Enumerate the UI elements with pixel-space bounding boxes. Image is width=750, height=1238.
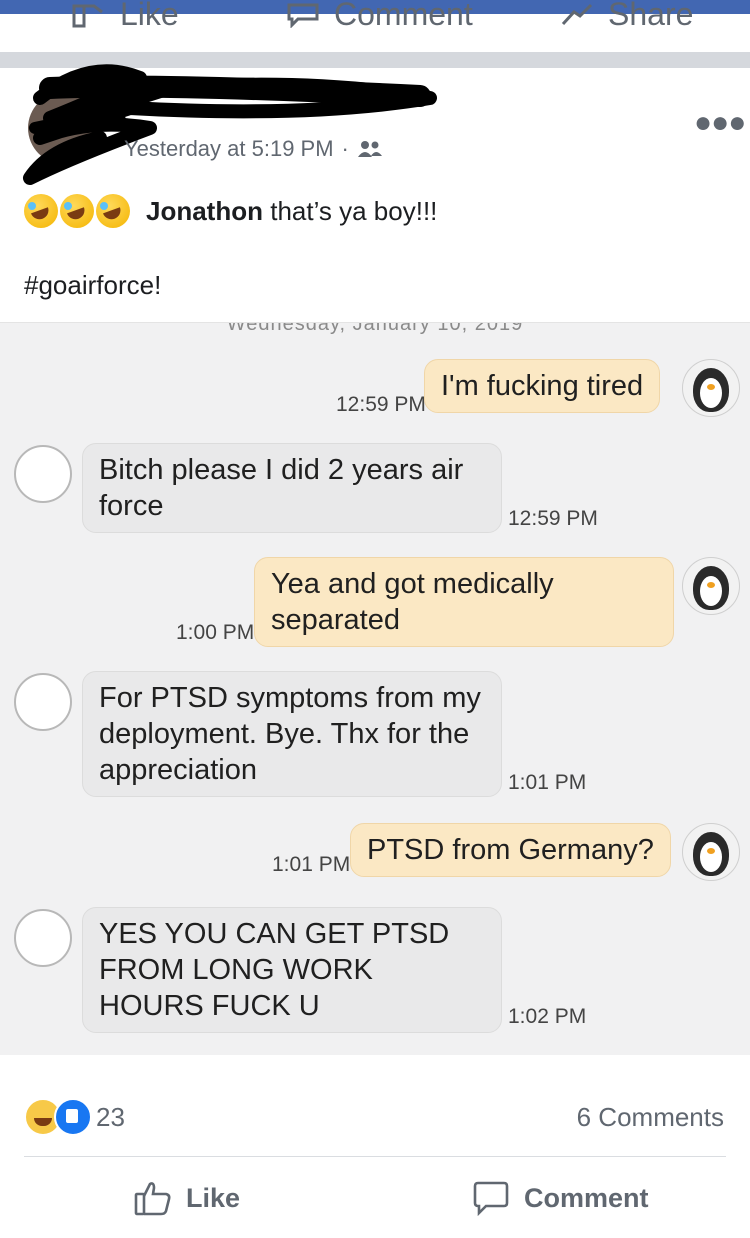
post-timestamp[interactable]: Yesterday at 5:19 PM · (124, 136, 383, 162)
reaction-icons[interactable] (24, 1098, 92, 1136)
timestamp-text: Yesterday at 5:19 PM (124, 136, 334, 161)
comment-button[interactable]: Comment (472, 1180, 649, 1216)
comment-icon (287, 3, 319, 28)
top-share-label: Share (608, 0, 694, 32)
redaction-scribble (23, 64, 437, 185)
message-time: 12:59 PM (508, 507, 598, 530)
thumbs-up-icon (134, 1182, 171, 1216)
tagged-name[interactable]: Jonathon (146, 196, 263, 226)
contact-avatar-icon (14, 909, 72, 967)
chat-bubble-received: For PTSD symptoms from my deployment. By… (82, 671, 502, 797)
top-comment-label: Comment (334, 0, 473, 32)
comment-label: Comment (524, 1182, 649, 1213)
chat-screenshot-image[interactable]: Wednesday, January 10, 2019 12:59 PM I'm… (0, 322, 750, 1055)
post-text: Jonathon that’s ya boy!!! (146, 196, 437, 227)
message-time: 1:02 PM (508, 1005, 587, 1028)
comment-icon (473, 1181, 509, 1216)
top-like-label: Like (120, 0, 179, 32)
rofl-emoji-icon (60, 194, 94, 228)
like-reaction-icon (54, 1098, 92, 1136)
penguin-avatar-icon (682, 823, 740, 881)
message-time: 1:00 PM (176, 621, 255, 644)
share-icon (561, 3, 593, 25)
thumbs-up-icon (72, 4, 103, 27)
penguin-avatar-icon (682, 557, 740, 615)
chat-bubble-sent: I'm fucking tired (424, 359, 661, 413)
chat-bubble-sent: PTSD from Germany? (350, 823, 671, 877)
top-like-button[interactable]: Like (72, 0, 179, 33)
post-hashtag[interactable]: #goairforce! (24, 270, 161, 301)
contact-avatar-icon (14, 445, 72, 503)
like-label: Like (186, 1182, 241, 1213)
message-time: 1:01 PM (272, 853, 351, 876)
post-text-rest: that’s ya boy!!! (263, 196, 438, 226)
reaction-count[interactable]: 23 (96, 1102, 125, 1133)
more-options-icon[interactable]: ●●● (694, 106, 746, 140)
top-share-button[interactable]: Share (560, 0, 693, 33)
friends-audience-icon (357, 141, 382, 157)
footer-divider (24, 1156, 726, 1157)
rofl-emoji-icon (96, 194, 130, 228)
previous-post-action-bar: Like Comment Share (0, 0, 750, 52)
rofl-emoji-icon (24, 194, 58, 228)
comments-count[interactable]: 6 Comments (577, 1102, 724, 1133)
message-time: 12:59 PM (336, 393, 426, 416)
contact-avatar-icon (14, 673, 72, 731)
laughing-emojis (24, 194, 130, 228)
top-comment-button[interactable]: Comment (286, 0, 473, 33)
timestamp-separator: · (341, 136, 349, 161)
like-button[interactable]: Like (134, 1180, 240, 1216)
chat-bubble-received: YES YOU CAN GET PTSD FROM LONG WORK HOUR… (82, 907, 502, 1033)
message-time: 1:01 PM (508, 771, 587, 794)
chat-bubble-received: Bitch please I did 2 years air force (82, 443, 502, 533)
chat-date-header: Wednesday, January 10, 2019 (226, 322, 524, 335)
chat-bubble-sent: Yea and got medically separated (254, 557, 674, 647)
penguin-avatar-icon (682, 359, 740, 417)
